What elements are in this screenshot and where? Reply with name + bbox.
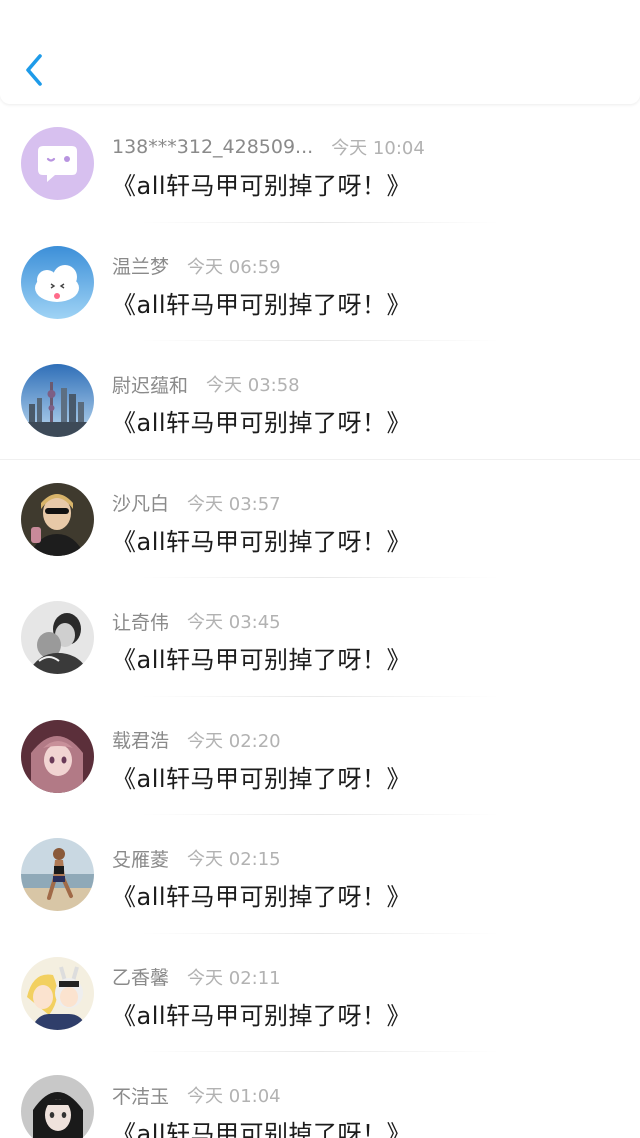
list-item[interactable]: 载君浩 今天 02:20 《all轩马甲可别掉了呀！》 bbox=[0, 697, 640, 815]
list-item[interactable]: 138***312_428509... 今天 10:04 《all轩马甲可别掉了… bbox=[0, 104, 640, 223]
message-text: 《all轩马甲可别掉了呀！》 bbox=[112, 764, 412, 793]
anime-girl-avatar bbox=[21, 719, 94, 793]
city-skyline-avatar bbox=[21, 364, 94, 437]
message-text: 《all轩马甲可别掉了呀！》 bbox=[112, 646, 412, 674]
list-item[interactable]: 让奇伟 今天 03:45 《all轩马甲可别掉了呀！》 bbox=[0, 578, 640, 697]
item-meta: 乙香馨 今天 02:11 bbox=[112, 964, 281, 990]
item-meta: 温兰梦 今天 06:59 bbox=[112, 253, 281, 279]
user-name[interactable]: 尉迟蕴和 bbox=[112, 371, 188, 398]
item-meta: 尉迟蕴和 今天 03:58 bbox=[112, 371, 300, 397]
header-bar bbox=[0, 0, 640, 104]
list-item[interactable]: 沙凡白 今天 03:57 《all轩马甲可别掉了呀！》 bbox=[0, 460, 640, 578]
beach-runner-avatar bbox=[21, 838, 94, 911]
timestamp: 今天 03:45 bbox=[187, 612, 281, 633]
list-item[interactable]: 殳雁菱 今天 02:15 《all轩马甲可别掉了呀！》 bbox=[0, 815, 640, 934]
message-text: 《all轩马甲可别掉了呀！》 bbox=[112, 1120, 412, 1138]
user-name[interactable]: 温兰梦 bbox=[112, 252, 169, 279]
message-text: 《all轩马甲可别掉了呀！》 bbox=[112, 290, 412, 319]
user-name[interactable]: 殳雁菱 bbox=[112, 845, 169, 872]
timestamp: 今天 02:11 bbox=[187, 967, 281, 989]
message-text: 《all轩马甲可别掉了呀！》 bbox=[112, 527, 412, 556]
item-meta: 让奇伟 今天 03:45 bbox=[112, 608, 281, 634]
timestamp: 今天 02:20 bbox=[187, 730, 281, 752]
user-name[interactable]: 沙凡白 bbox=[112, 489, 169, 516]
chevron-left-icon bbox=[26, 54, 42, 86]
user-name[interactable]: 不洁玉 bbox=[112, 1082, 169, 1109]
timestamp: 今天 03:58 bbox=[206, 375, 300, 396]
item-meta: 沙凡白 今天 03:57 bbox=[112, 490, 281, 516]
timestamp: 今天 06:59 bbox=[187, 256, 281, 278]
message-text: 《all轩马甲可别掉了呀！》 bbox=[112, 172, 412, 200]
item-meta: 殳雁菱 今天 02:15 bbox=[112, 845, 281, 871]
list-item[interactable]: 温兰梦 今天 06:59 《all轩马甲可别掉了呀！》 bbox=[0, 223, 640, 341]
user-name[interactable]: 载君浩 bbox=[112, 726, 169, 753]
timestamp: 今天 01:04 bbox=[187, 1086, 281, 1107]
message-text: 《all轩马甲可别掉了呀！》 bbox=[112, 1001, 412, 1030]
list-item[interactable]: 尉迟蕴和 今天 03:58 《all轩马甲可别掉了呀！》 bbox=[0, 341, 640, 460]
item-meta: 载君浩 今天 02:20 bbox=[112, 727, 281, 753]
back-button[interactable] bbox=[16, 50, 52, 90]
timestamp: 今天 10:04 bbox=[331, 138, 425, 159]
item-meta: 138***312_428509... 今天 10:04 bbox=[112, 134, 425, 160]
bw-portrait-avatar bbox=[21, 601, 94, 674]
user-name[interactable]: 乙香馨 bbox=[112, 963, 169, 990]
list-item[interactable]: 乙香馨 今天 02:11 《all轩马甲可别掉了呀！》 bbox=[0, 934, 640, 1052]
user-name[interactable]: 让奇伟 bbox=[112, 608, 169, 635]
user-name[interactable]: 138***312_428509... bbox=[112, 136, 313, 158]
dark-hair-girl-avatar bbox=[21, 1075, 94, 1138]
anime-characters-avatar bbox=[21, 956, 94, 1030]
message-list: 138***312_428509... 今天 10:04 《all轩马甲可别掉了… bbox=[0, 104, 640, 1138]
cloud-avatar bbox=[21, 245, 94, 319]
chat-bubble-avatar bbox=[21, 127, 94, 200]
portrait-avatar bbox=[21, 482, 94, 556]
list-item[interactable]: 不洁玉 今天 01:04 《all轩马甲可别掉了呀！》 bbox=[0, 1052, 640, 1138]
timestamp: 今天 02:15 bbox=[187, 849, 281, 870]
item-meta: 不洁玉 今天 01:04 bbox=[112, 1082, 281, 1108]
timestamp: 今天 03:57 bbox=[187, 493, 281, 515]
message-text: 《all轩马甲可别掉了呀！》 bbox=[112, 883, 412, 911]
comment-list-page: 138***312_428509... 今天 10:04 《all轩马甲可别掉了… bbox=[0, 0, 640, 1138]
message-text: 《all轩马甲可别掉了呀！》 bbox=[112, 409, 412, 437]
